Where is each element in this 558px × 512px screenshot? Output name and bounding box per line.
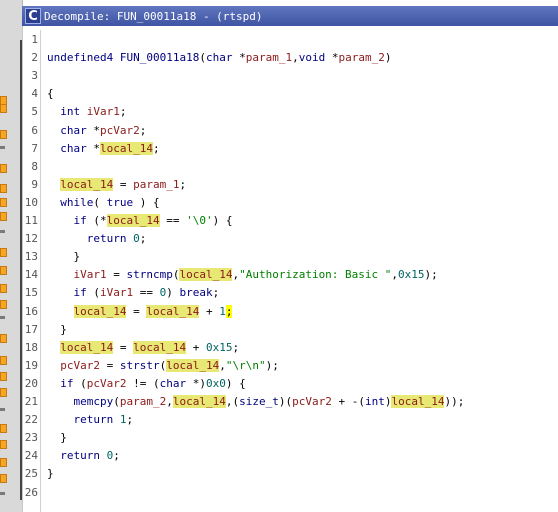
code-line[interactable]: if (iVar1 == 0) break; — [47, 286, 220, 299]
line-number: 24 — [24, 449, 38, 463]
window-title-bar[interactable]: C Decompile: FUN_00011a18 - (rtspd) — [22, 6, 558, 26]
line-number: 4 — [31, 87, 38, 101]
code-line[interactable]: } — [47, 323, 67, 336]
line-number: 1 — [31, 33, 38, 46]
line-number: 22 — [24, 413, 38, 427]
code-line[interactable]: undefined4 FUN_00011a18(char *param_1,vo… — [47, 51, 391, 64]
code-line[interactable]: iVar1 = strncmp(local_14,"Authorization:… — [47, 268, 438, 282]
code-line[interactable]: } — [47, 250, 81, 263]
line-number: 7 — [31, 141, 38, 155]
line-number: 3 — [31, 69, 38, 83]
code-line[interactable]: local_14 = param_1; — [47, 177, 186, 191]
code-line[interactable]: return 1; — [47, 413, 134, 426]
overview-marker — [0, 300, 7, 309]
line-number: 17 — [24, 322, 38, 336]
code-line[interactable]: while( true ) { — [47, 196, 159, 209]
line-number: 20 — [24, 376, 38, 390]
overview-marker — [0, 164, 7, 173]
overview-marker — [0, 248, 7, 257]
line-number: 6 — [31, 123, 38, 137]
line-number: 15 — [24, 286, 38, 300]
code-line[interactable]: char *local_14; — [47, 141, 160, 155]
code-line[interactable]: if (pcVar2 != (char *)0x0) { — [47, 377, 246, 390]
decompiler-icon: C — [25, 8, 41, 24]
line-number: 9 — [31, 177, 38, 191]
overview-marker — [0, 316, 5, 319]
line-number: 5 — [31, 105, 38, 119]
overview-marker — [0, 440, 7, 449]
code-line[interactable]: int iVar1; — [47, 105, 126, 118]
code-line[interactable]: memcpy(param_2,local_14,(size_t)(pcVar2 … — [47, 395, 464, 408]
line-number: 8 — [31, 159, 38, 173]
line-number-separator — [40, 30, 41, 512]
overview-marker — [0, 104, 7, 113]
code-line[interactable]: } — [47, 467, 54, 480]
overview-marker — [0, 212, 7, 221]
overview-marker — [0, 284, 7, 293]
overview-marker — [0, 184, 7, 193]
line-number: 23 — [24, 431, 38, 445]
line-number: 2 — [31, 51, 38, 65]
code-line[interactable]: return 0; — [47, 449, 120, 462]
code-line[interactable]: { — [47, 87, 54, 100]
code-line[interactable]: return 0; — [47, 232, 147, 245]
overview-marker — [0, 424, 7, 433]
overview-marker — [0, 266, 7, 275]
overview-marker — [0, 130, 7, 139]
line-number: 19 — [24, 358, 38, 372]
code-line[interactable]: local_14 = local_14 + 0x15; — [47, 340, 239, 354]
code-line[interactable]: char *pcVar2; — [47, 124, 146, 137]
line-number: 21 — [24, 395, 38, 408]
line-number: 25 — [24, 467, 38, 481]
overview-marker — [0, 408, 5, 411]
overview-marker — [0, 492, 5, 495]
overview-marker — [0, 458, 7, 467]
line-number: 16 — [24, 304, 38, 318]
code-line[interactable]: if (*local_14 == '\0') { — [47, 214, 232, 227]
overview-marker — [0, 334, 7, 343]
line-number: 12 — [24, 232, 38, 246]
overview-marker — [0, 198, 7, 207]
overview-marker — [0, 372, 7, 381]
code-line[interactable]: } — [47, 431, 67, 444]
line-number: 26 — [24, 485, 38, 499]
code-line[interactable]: pcVar2 = strstr(local_14,"\r\n"); — [47, 358, 279, 372]
code-line[interactable]: local_14 = local_14 + 1; — [47, 304, 233, 318]
line-number: 14 — [24, 268, 38, 282]
line-number: 10 — [24, 195, 38, 209]
overview-marker — [0, 356, 7, 365]
overview-marker — [0, 230, 5, 233]
line-number: 18 — [24, 340, 38, 354]
overview-marker — [0, 146, 5, 149]
window-title: Decompile: FUN_00011a18 - (rtspd) — [44, 9, 263, 23]
line-number: 11 — [24, 214, 38, 227]
overview-marker — [0, 474, 7, 483]
line-number: 13 — [24, 250, 38, 264]
overview-marker — [0, 388, 7, 397]
